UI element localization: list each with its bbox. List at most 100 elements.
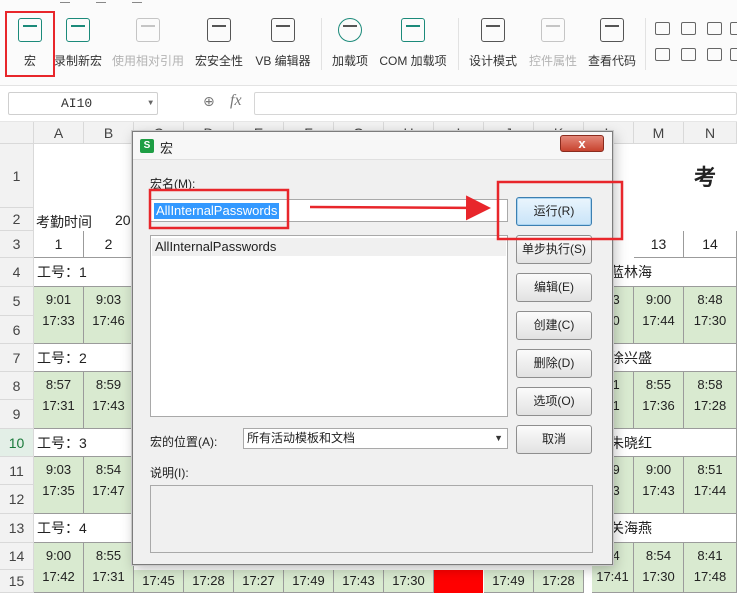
row-header[interactable]: 8	[0, 372, 34, 400]
time-cell[interactable]: 8:59 17:43	[84, 372, 134, 429]
day-number-cell[interactable]: 2	[84, 231, 134, 258]
check-in-time: 8:54	[645, 548, 672, 563]
check-out-time: 17:46	[92, 313, 125, 328]
time-cell[interactable]: 17:45	[134, 570, 184, 593]
dialog-titlebar[interactable]: S 宏 x	[133, 132, 612, 160]
time-cell[interactable]: 17:43	[334, 570, 384, 593]
employee-id-cell[interactable]: 工号：2	[34, 344, 134, 372]
delete-button[interactable]: 删除(D)	[516, 349, 592, 378]
row-header[interactable]: 4	[0, 258, 34, 287]
macro-list[interactable]: AllInternalPasswords	[150, 235, 508, 417]
spinner-control-icon[interactable]	[681, 48, 696, 61]
row-header[interactable]: 6	[0, 316, 34, 344]
day-number-cell[interactable]: 1	[34, 231, 84, 258]
row-header[interactable]: 2	[0, 208, 34, 231]
select-all-corner[interactable]	[0, 122, 34, 144]
function-icon[interactable]: fx	[230, 92, 242, 110]
time-cell[interactable]: 8:55 17:31	[84, 543, 134, 593]
day-number-cell[interactable]: 14	[684, 231, 737, 258]
employee-id-cell[interactable]: 工号：3	[34, 429, 134, 457]
macro-dialog: S 宏 x 宏名(M): AllInternalPasswords AllInt…	[132, 131, 613, 565]
time-cell[interactable]: 17:27	[234, 570, 284, 593]
row-header[interactable]: 7	[0, 344, 34, 372]
formula-input[interactable]	[254, 92, 737, 115]
check-in-time: 8:59	[95, 377, 122, 392]
step-into-button[interactable]: 单步执行(S)	[516, 235, 592, 264]
macro-name-input[interactable]: AllInternalPasswords	[150, 199, 508, 222]
row-header[interactable]: 13	[0, 514, 34, 543]
time-cell[interactable]: 9:01 17:33	[34, 287, 84, 344]
options-button[interactable]: 选项(O)	[516, 387, 592, 416]
column-header[interactable]: A	[34, 122, 84, 144]
row-header[interactable]: 14	[0, 543, 34, 570]
time-cell[interactable]: 8:57 17:31	[34, 372, 84, 429]
time-cell[interactable]: 9:00 17:42	[34, 543, 84, 593]
row-header[interactable]: 3	[0, 231, 34, 258]
row-header[interactable]: 11	[0, 457, 34, 485]
time-cell[interactable]: 17:28	[534, 570, 584, 593]
row-header[interactable]: 1	[0, 144, 34, 208]
macro-button-highlight	[5, 11, 55, 77]
time-cell[interactable]: 9:03 17:46	[84, 287, 134, 344]
row-header[interactable]: 10	[0, 429, 34, 457]
employee-id-cell[interactable]: 工号：1	[34, 258, 134, 287]
employee-name-cell[interactable]: ：蓝林海	[592, 258, 737, 287]
label-control-icon[interactable]	[681, 22, 696, 35]
textbox-control-icon[interactable]	[707, 22, 722, 35]
time-cell[interactable]: 9:03 17:35	[34, 457, 84, 514]
edit-button[interactable]: 编辑(E)	[516, 273, 592, 302]
red-highlight-cell[interactable]	[434, 570, 483, 593]
time-cell[interactable]: 8:54 17:30	[634, 543, 684, 593]
row-header[interactable]: 5	[0, 287, 34, 316]
close-icon[interactable]: x	[560, 135, 604, 152]
macro-location-select[interactable]: 所有活动模板和文档 ▼	[243, 428, 508, 449]
com-addins-button[interactable]: COM 加载项	[376, 16, 450, 72]
time-cell[interactable]: 8:41 17:48	[684, 543, 737, 593]
control-properties-button[interactable]: 控件属性	[526, 16, 580, 72]
image-control-icon[interactable]	[730, 48, 737, 61]
macro-list-item[interactable]: AllInternalPasswords	[152, 238, 506, 256]
time-cell[interactable]: 8:58 17:28	[684, 372, 737, 429]
checkbox-control-icon[interactable]	[655, 22, 670, 35]
time-cell[interactable]: 9:00 17:44	[634, 287, 684, 344]
row-header[interactable]: 9	[0, 400, 34, 429]
employee-name-cell[interactable]: ：朱晓红	[592, 429, 737, 457]
column-header[interactable]: B	[84, 122, 134, 144]
time-cell[interactable]: 17:28	[184, 570, 234, 593]
record-macro-button[interactable]: 录制新宏	[52, 16, 104, 72]
run-button[interactable]: 运行(R)	[516, 197, 592, 226]
cancel-button[interactable]: 取消	[516, 425, 592, 454]
time-cell[interactable]: 17:49	[284, 570, 334, 593]
scrollbar-control-icon[interactable]	[707, 48, 722, 61]
time-cell[interactable]: 8:55 17:36	[634, 372, 684, 429]
time-cell[interactable]: 17:49	[484, 570, 534, 593]
time-cell[interactable]: 8:51 17:44	[684, 457, 737, 514]
row-header[interactable]: 12	[0, 485, 34, 514]
employee-name-cell[interactable]: ：关海燕	[592, 514, 737, 543]
vb-editor-button[interactable]: VB 编辑器	[252, 16, 314, 72]
time-cell[interactable]: 8:54 17:47	[84, 457, 134, 514]
name-box-value: AI10	[61, 96, 93, 111]
view-code-button[interactable]: 查看代码	[585, 16, 639, 72]
employee-id-cell[interactable]: 工号：4	[34, 514, 134, 543]
listbox-control-icon[interactable]	[655, 48, 670, 61]
name-box[interactable]: AI10 ▼	[8, 92, 158, 115]
zoom-search-icon[interactable]: ⊕	[203, 93, 215, 110]
chevron-down-icon[interactable]: ▼	[148, 93, 153, 114]
time-cell[interactable]: 9:00 17:43	[634, 457, 684, 514]
combobox-control-icon[interactable]	[730, 22, 737, 35]
time-cell[interactable]: 8:48 17:30	[684, 287, 737, 344]
design-mode-button[interactable]: 设计模式	[466, 16, 520, 72]
column-header[interactable]: M	[634, 122, 684, 144]
check-out-time: 17:31	[42, 398, 75, 413]
row-header[interactable]: 15	[0, 570, 34, 593]
addins-button[interactable]: 加载项	[328, 16, 372, 72]
column-header[interactable]: N	[684, 122, 737, 144]
employee-name-cell[interactable]: ：徐兴盛	[592, 344, 737, 372]
time-cell[interactable]: 17:30	[384, 570, 434, 593]
ribbon-top-strip	[0, 0, 737, 6]
create-button[interactable]: 创建(C)	[516, 311, 592, 340]
macro-security-button[interactable]: 宏安全性	[192, 16, 246, 72]
day-number-cell[interactable]: 13	[634, 231, 684, 258]
relative-reference-button[interactable]: 使用相对引用	[110, 16, 186, 72]
